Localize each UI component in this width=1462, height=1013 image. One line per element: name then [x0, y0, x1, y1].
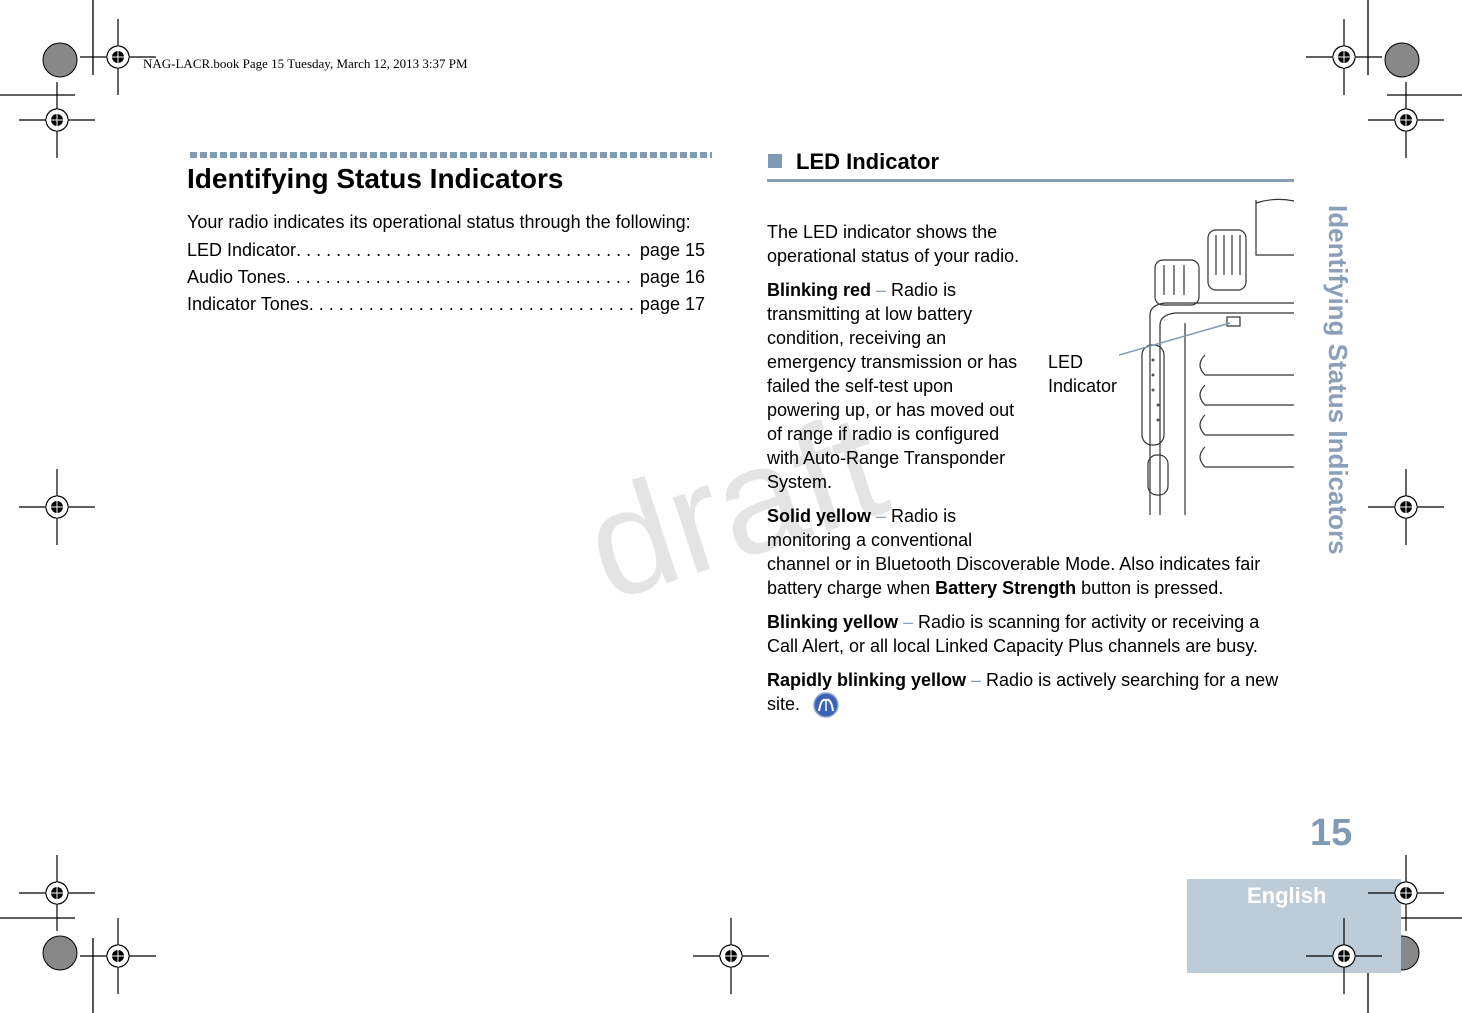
toc-label: Indicator Tones — [187, 294, 309, 314]
toc-entry-led-indicator[interactable]: LED Indicator page 15 — [187, 240, 705, 261]
book-info-header: NAG-LACR.book Page 15 Tuesday, March 12,… — [143, 56, 468, 71]
section-dotted-rule — [190, 152, 712, 158]
figure-label-indicator: Indicator — [1048, 376, 1118, 396]
led-item-blinking-yellow: Blinking yellow – Radio is scanning for … — [767, 612, 1260, 656]
section-heading: LED Indicator — [796, 149, 940, 174]
page-number: 15 — [1310, 812, 1353, 854]
toc-label: Audio Tones — [187, 267, 286, 287]
globe-signal-icon — [813, 692, 839, 718]
toc-entry-audio-tones[interactable]: Audio Tones page 16 — [187, 267, 705, 288]
led-body: LED Indicator The LED indicator shows th… — [767, 198, 1294, 728]
toc-label: LED Indicator — [187, 240, 297, 260]
intro-text: Your radio indicates its operational sta… — [187, 212, 691, 232]
language-tab: English — [1187, 879, 1401, 973]
toc-page: page 16 — [639, 267, 705, 287]
figure-label-led: LED — [1048, 352, 1084, 372]
led-item-rapid-yellow: Rapidly blinking yellow – Radio is activ… — [767, 668, 1294, 718]
toc-entry-indicator-tones[interactable]: Indicator Tones page 17 — [187, 294, 705, 315]
heading-square-icon — [768, 154, 782, 168]
heading-rule — [767, 179, 1294, 182]
document-page: draft NAG-LACR.book Page 15 Tuesday, Mar… — [0, 0, 1462, 1013]
radio-figure: LED Indicator — [1030, 198, 1294, 535]
toc-page: page 15 — [639, 240, 705, 260]
page-title: Identifying Status Indicators — [187, 163, 564, 194]
toc-page: page 17 — [639, 294, 705, 314]
side-tab-title: Identifying Status Indicators — [1323, 205, 1353, 555]
